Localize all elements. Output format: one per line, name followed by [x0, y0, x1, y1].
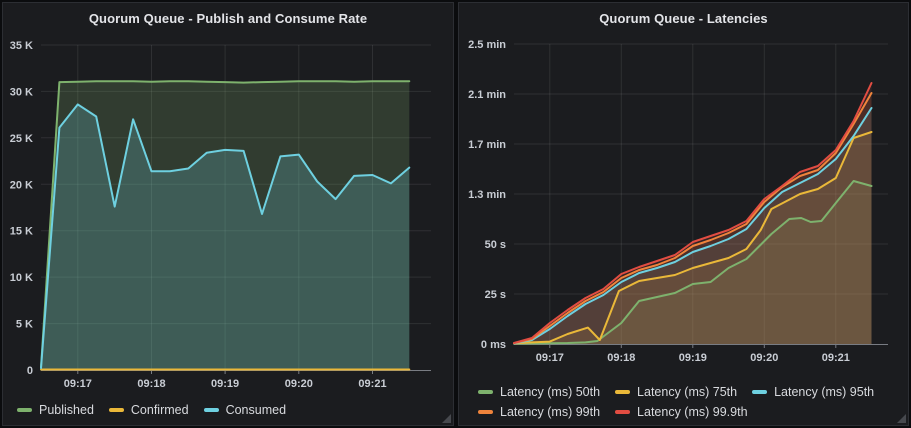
y-tick-label: 30 K — [10, 86, 33, 98]
y-tick-label: 1.3 min — [468, 189, 506, 201]
x-tick-label: 09:20 — [285, 378, 313, 390]
y-tick-label: 20 K — [10, 179, 33, 191]
x-tick-label: 09:17 — [64, 378, 92, 390]
legend-item-latency-ms-50th[interactable]: Latency (ms) 50th — [478, 382, 600, 402]
x-tick-label: 09:18 — [137, 378, 165, 390]
legend-row: Latency (ms) 99th Latency (ms) 99.9th — [478, 400, 889, 420]
latencies-chart: 0 ms 25 s 50 s 1.3 min 1.7 min 2.1 min 2.5 min… — [459, 3, 910, 427]
legend-row: Published Confirmed Consumed — [17, 398, 301, 418]
y-tick-label: 10 K — [10, 272, 33, 284]
legend-label: Latency (ms) 99.9th — [637, 402, 747, 422]
legend-series-swatch-icon — [752, 390, 767, 394]
panel-title-latencies[interactable]: Quorum Queue - Latencies — [459, 3, 908, 26]
legend-item-latency-ms-99-9th[interactable]: Latency (ms) 99.9th — [615, 402, 747, 422]
panel-publish-consume-rate: Quorum Queue - Publish and Consume Rate … — [2, 2, 454, 426]
panel-resize-handle-icon[interactable] — [897, 414, 906, 423]
y-tick-label: 1.7 min — [468, 139, 506, 151]
y-tick-label: 15 K — [10, 226, 33, 238]
legend-label: Latency (ms) 50th — [500, 382, 600, 402]
y-tick-label: 50 s — [485, 239, 506, 251]
legend-series-swatch-icon — [478, 390, 493, 394]
legend-label: Confirmed — [131, 400, 189, 420]
legend-item-latency-ms-75th[interactable]: Latency (ms) 75th — [615, 382, 737, 402]
legend-label: Latency (ms) 75th — [637, 382, 737, 402]
legend-latencies: Latency (ms) 50thLatency (ms) 75thLatenc… — [478, 380, 889, 420]
x-tick-label: 09:19 — [679, 352, 707, 364]
y-tick-label: 0 — [27, 365, 33, 377]
legend-series-swatch-icon — [17, 408, 32, 412]
legend-label: Latency (ms) 95th — [774, 382, 874, 402]
x-tick-label: 09:21 — [822, 352, 850, 364]
y-tick-label: 5 K — [16, 319, 33, 331]
y-tick-label: 35 K — [10, 40, 33, 52]
legend-publish-consume: Published Confirmed Consumed — [17, 398, 301, 418]
panel-resize-handle-icon[interactable] — [442, 414, 451, 423]
legend-label: Consumed — [226, 400, 286, 420]
legend-series-swatch-icon — [615, 390, 630, 394]
legend-label: Latency (ms) 99th — [500, 402, 600, 422]
legend-item-consumed[interactable]: Consumed — [204, 400, 286, 420]
y-tick-label: 2.5 min — [468, 39, 506, 51]
publish-consume-chart: 0 5 K 10 K 15 K 20 K 25 K 30 K 35 K 09:17 09:18 09… — [3, 3, 455, 427]
legend-series-swatch-icon — [615, 410, 630, 414]
panel-latencies: Quorum Queue - Latencies 0 ms 25 s 50 s 1.3… — [458, 2, 909, 426]
x-tick-label: 09:17 — [536, 352, 564, 364]
legend-item-latency-ms-95th[interactable]: Latency (ms) 95th — [752, 382, 874, 402]
legend-item-published[interactable]: Published — [17, 400, 94, 420]
y-tick-label: 25 s — [485, 289, 506, 301]
legend-label: Published — [39, 400, 94, 420]
x-tick-label: 09:18 — [607, 352, 635, 364]
legend-series-swatch-icon — [109, 408, 124, 412]
y-tick-label: 0 ms — [481, 339, 506, 351]
legend-item-latency-ms-99th[interactable]: Latency (ms) 99th — [478, 402, 600, 422]
x-tick-label: 09:21 — [358, 378, 386, 390]
legend-series-swatch-icon — [204, 408, 219, 412]
x-tick-label: 09:20 — [750, 352, 778, 364]
legend-series-swatch-icon — [478, 410, 493, 414]
y-tick-label: 25 K — [10, 133, 33, 145]
y-tick-label: 2.1 min — [468, 89, 506, 101]
legend-row: Latency (ms) 50th Latency (ms) 75th Latenc… — [478, 380, 889, 400]
legend-item-confirmed[interactable]: Confirmed — [109, 400, 189, 420]
panel-title-publish-consume[interactable]: Quorum Queue - Publish and Consume Rate — [3, 3, 453, 26]
x-tick-label: 09:19 — [211, 378, 239, 390]
